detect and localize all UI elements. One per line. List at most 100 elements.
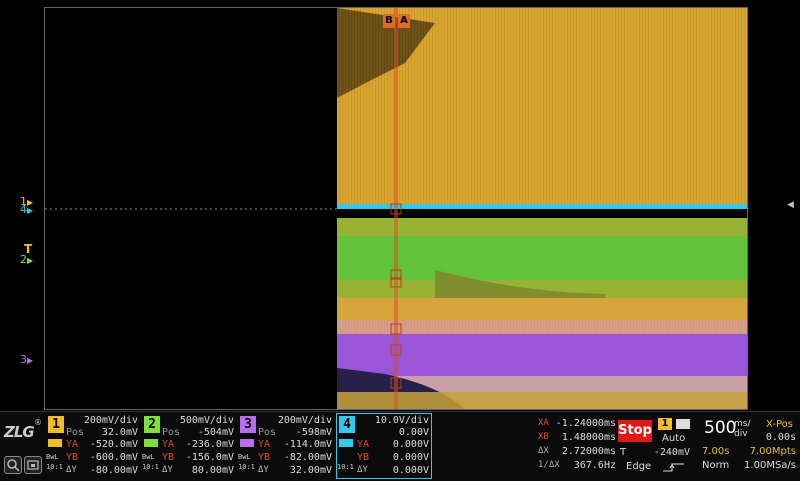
cursor-readout[interactable]: XA -1.24000ms XB 1.48000ms ΔX 2.72000ms … bbox=[538, 417, 616, 477]
cursor-dx: 2.72000ms bbox=[561, 446, 616, 457]
screenshot-icon[interactable] bbox=[24, 456, 42, 474]
channel-3-pos: -598mV bbox=[295, 427, 332, 438]
channel-4-badge: 4 bbox=[339, 416, 355, 433]
channel-1-yb: -600.0mV bbox=[89, 452, 138, 463]
xpos-value: 0.00s bbox=[765, 432, 796, 443]
channel-4-dy: 0.000V bbox=[392, 465, 429, 476]
channel-2-pos-label: Pos bbox=[162, 427, 181, 438]
channel-4-probe: 10:1 bbox=[337, 463, 354, 471]
channel-3-dy: 32.00mV bbox=[289, 465, 332, 476]
channel-1-ya: -520.0mV bbox=[89, 439, 138, 450]
channel-2-probe: 10:1 bbox=[142, 463, 159, 471]
dc-coupling-icon bbox=[676, 419, 690, 429]
channel-3-ya-label: YA bbox=[258, 439, 271, 450]
channel-3-pos-label: Pos bbox=[258, 427, 277, 438]
channel-4-ya: 0.000V bbox=[392, 439, 429, 450]
channel-3-yb-label: YB bbox=[258, 452, 271, 463]
channel-4-scale: 10.0V/div bbox=[374, 415, 429, 426]
channel-1-probe: 10:1 bbox=[46, 463, 63, 471]
time-window: 7.00s bbox=[702, 446, 730, 457]
trigger-mode: Auto bbox=[662, 433, 686, 444]
dc-coupling-icon bbox=[240, 439, 254, 447]
arrow-right-icon: ▶ bbox=[27, 206, 34, 215]
channel-2-badge: 2 bbox=[144, 416, 160, 433]
ch2-level-marker[interactable]: 2▶ bbox=[20, 253, 33, 266]
ch4-level-marker[interactable]: 4▶ bbox=[20, 203, 33, 216]
channel-4-yb: 0.000V bbox=[392, 452, 429, 463]
channel-2-dy-label: ΔY bbox=[162, 465, 173, 475]
ch2-waveform-band-inner bbox=[337, 236, 747, 280]
channel-1-dy-label: ΔY bbox=[66, 465, 77, 475]
trigger-level-label: T bbox=[620, 447, 627, 458]
channel-1-ya-label: YA bbox=[66, 439, 79, 450]
dc-coupling-icon bbox=[48, 439, 62, 447]
ch3-waveform-band bbox=[337, 334, 747, 382]
channel-1-badge: 1 bbox=[48, 416, 64, 433]
timebase-value: 500 bbox=[704, 418, 737, 438]
timebase-unit-top: ms/ bbox=[734, 419, 751, 429]
ch3-level-marker[interactable]: 3▶ bbox=[20, 353, 33, 366]
side-panel-toggle[interactable]: ◀ bbox=[787, 200, 797, 218]
dc-coupling-icon bbox=[144, 439, 158, 447]
timebase-unit-bottom: div bbox=[734, 429, 748, 439]
channel-1-dy: -80.00mV bbox=[89, 465, 138, 476]
waveform-display[interactable]: B A bbox=[44, 7, 748, 410]
channel-1-pos-label: Pos bbox=[66, 427, 85, 438]
channel-2-dy: 80.00mV bbox=[191, 465, 234, 476]
waveform-plot bbox=[45, 8, 747, 409]
channel-3-ya: -114.0mV bbox=[283, 439, 332, 450]
channel-1-pos: 32.0mV bbox=[101, 427, 138, 438]
channel-3-panel[interactable]: 3 200mV/div Pos -598mV YA -114.0mV BwL Y… bbox=[238, 414, 334, 478]
dc-coupling-icon bbox=[339, 439, 353, 447]
ch1-waveform-lower bbox=[337, 298, 747, 322]
channel-3-probe: 10:1 bbox=[238, 463, 255, 471]
trigger-type: Edge bbox=[626, 461, 652, 472]
cursor-b-label[interactable]: B bbox=[383, 14, 395, 28]
channel-2-yb: -156.0mV bbox=[185, 452, 234, 463]
cursor-xa-label: XA bbox=[538, 418, 549, 428]
channel-2-ya-label: YA bbox=[162, 439, 175, 450]
ch1-waveform-texture bbox=[337, 8, 747, 206]
xpos-label: X-Pos bbox=[766, 419, 793, 430]
memory-depth: 7.00Mpts bbox=[749, 446, 796, 457]
timebase-panel[interactable]: 500 ms/ div X-Pos 0.00s 7.00s 7.00Mpts N… bbox=[698, 416, 798, 478]
channel-2-panel[interactable]: 2 500mV/div Pos -504mV YA -236.0mV BwL Y… bbox=[142, 414, 236, 478]
cursor-dx-label: ΔX bbox=[538, 446, 549, 456]
ch4-waveform-line bbox=[337, 204, 747, 209]
trigger-level: -240mV bbox=[653, 447, 690, 458]
channel-2-yb-label: YB bbox=[162, 452, 175, 463]
logo: ZLG ® bbox=[4, 418, 42, 441]
channel-4-yb-label: YB bbox=[357, 452, 370, 463]
search-zoom-icon[interactable] bbox=[4, 456, 22, 474]
arrow-right-icon: ▶ bbox=[27, 356, 34, 365]
ch1-waveform-bottom bbox=[337, 392, 747, 409]
cursor-xb-label: XB bbox=[538, 432, 549, 442]
channel-2-scale: 500mV/div bbox=[179, 415, 234, 426]
channel-4-dy-label: ΔY bbox=[357, 465, 368, 475]
trigger-panel[interactable]: 1 Auto T -240mV Edge bbox=[618, 416, 694, 478]
cursor-inv-label: 1/ΔX bbox=[538, 460, 560, 470]
cursor-xb: 1.48000ms bbox=[561, 432, 616, 443]
channel-3-yb: -82.00mV bbox=[283, 452, 332, 463]
arrow-right-icon: ▶ bbox=[27, 256, 34, 265]
sample-rate: 1.00MSa/s bbox=[744, 460, 796, 471]
channel-4-pos: 0.00V bbox=[398, 427, 429, 438]
channel-3-badge: 3 bbox=[240, 416, 256, 433]
channel-1-panel[interactable]: 1 200mV/div Pos 32.0mV YA -520.0mV BwL Y… bbox=[46, 414, 140, 478]
cursor-xa: -1.24000ms bbox=[555, 418, 616, 429]
channel-1-yb-label: YB bbox=[66, 452, 79, 463]
cursor-inv: 367.6Hz bbox=[573, 460, 616, 471]
registered-icon: ® bbox=[34, 418, 42, 427]
channel-4-ya-label: YA bbox=[357, 439, 370, 450]
channel-2-ya: -236.0mV bbox=[185, 439, 234, 450]
channel-4-panel[interactable]: 4 10.0V/div 0.00V YA 0.000V YB 0.000V 10… bbox=[336, 413, 432, 479]
channel-3-scale: 200mV/div bbox=[277, 415, 332, 426]
status-bar: ZLG ® 1 200mV/div Pos 32.0mV YA -520.0mV… bbox=[0, 411, 800, 481]
acquire-mode: Norm bbox=[702, 460, 730, 471]
trigger-source-badge: 1 bbox=[658, 418, 672, 430]
channel-1-scale: 200mV/div bbox=[83, 415, 138, 426]
chevron-left-icon: ◀ bbox=[787, 200, 794, 210]
channel-2-pos: -504mV bbox=[197, 427, 234, 438]
rising-edge-icon bbox=[662, 462, 686, 475]
cursor-a-label[interactable]: A bbox=[398, 14, 410, 28]
